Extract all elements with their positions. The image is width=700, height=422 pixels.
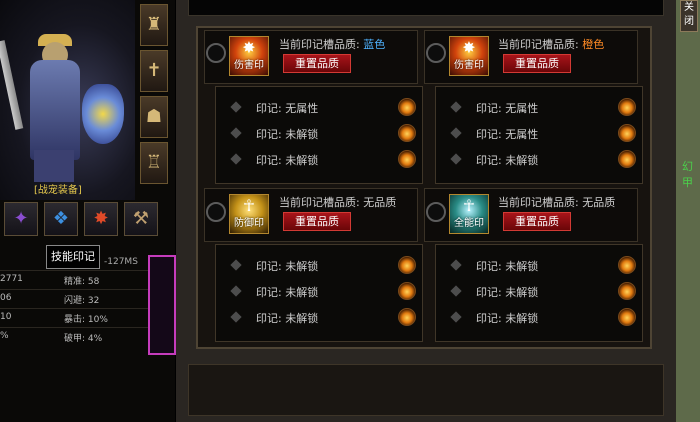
diamond-icon — [230, 127, 242, 139]
slot-socket-icon[interactable] — [426, 202, 446, 222]
fire-orb-icon[interactable] — [618, 256, 636, 274]
slot-socket-icon[interactable] — [426, 43, 446, 63]
stat-row: 2771 精准: 58 — [0, 270, 150, 289]
slot-quality-text: 当前印记槽品质: 橙色 — [498, 38, 605, 51]
fire-orb-icon[interactable] — [618, 308, 636, 326]
fire-orb-icon[interactable] — [398, 124, 416, 142]
stats-table: 2771 精准: 58 06 闪避: 32 10 暴击: 10% % 破甲: 4% — [0, 270, 150, 346]
list-item[interactable]: 印记: 未解锁 — [216, 253, 422, 279]
stat-row: 10 暴击: 10% — [0, 308, 150, 327]
list-item[interactable]: 印记: 无属性 — [436, 121, 642, 147]
diamond-icon — [450, 101, 462, 113]
diamond-icon — [230, 153, 242, 165]
purple-wing-icon[interactable]: ✦ — [4, 202, 38, 236]
reset-quality-button[interactable]: 重置品质 — [283, 54, 351, 73]
fire-orb-icon[interactable] — [398, 98, 416, 116]
side-window-frame — [148, 255, 176, 355]
sword-icon — [0, 40, 24, 130]
slot-socket-icon[interactable] — [206, 202, 226, 222]
diamond-icon — [450, 285, 462, 297]
cross-icon[interactable]: ✝ — [140, 50, 168, 92]
axe-icon[interactable]: ⚒ — [124, 202, 158, 236]
armor-icon[interactable]: ♖ — [140, 142, 168, 184]
side-character-label: 幻甲 — [682, 160, 693, 189]
list-item[interactable]: 印记: 未解锁 — [216, 279, 422, 305]
damage-seal-icon[interactable]: ✸ 伤害印 — [229, 36, 269, 76]
fire-orb-icon[interactable] — [618, 282, 636, 300]
fire-orb-icon[interactable] — [618, 98, 636, 116]
latency-readout: -127MS — [104, 257, 138, 267]
omni-seal-icon[interactable]: ☥ 全能印 — [449, 194, 489, 234]
diamond-icon — [230, 311, 242, 323]
list-item[interactable]: 印记: 未解锁 — [436, 147, 642, 173]
list-item[interactable]: 印记: 无属性 — [436, 95, 642, 121]
fire-orb-icon[interactable] — [398, 150, 416, 168]
fire-orb-icon[interactable] — [398, 308, 416, 326]
diamond-icon — [450, 153, 462, 165]
fire-orb-icon[interactable] — [398, 282, 416, 300]
slot-quality-text: 当前印记槽品质: 无品质 — [279, 196, 397, 209]
beast-icon[interactable]: ☗ — [140, 96, 168, 138]
list-item[interactable]: 印记: 未解锁 — [216, 305, 422, 331]
slot-quality-text: 当前印记槽品质: 无品质 — [498, 196, 616, 209]
list-item[interactable]: 印记: 未解锁 — [216, 147, 422, 173]
inscription-list-4: 印记: 未解锁 印记: 未解锁 印记: 未解锁 — [435, 244, 643, 342]
list-item[interactable]: 印记: 未解锁 — [436, 279, 642, 305]
defense-seal-icon[interactable]: ☥ 防御印 — [229, 194, 269, 234]
skill-inscription-tooltip: 技能印记 — [46, 245, 100, 269]
character-panel: [战宠装备] ♜ ✝ ☗ ♖ ✦ ❖ ✸ ⚒ 技能印记 -127MS 2771 精… — [0, 0, 176, 422]
damage-seal-icon[interactable]: ✸ 伤害印 — [449, 36, 489, 76]
panel-top-bar — [188, 0, 664, 16]
inscription-list-1: 印记: 无属性 印记: 未解锁 印记: 未解锁 — [215, 86, 423, 184]
helmet-icon[interactable]: ♜ — [140, 4, 168, 46]
red-warrior-icon[interactable]: ✸ — [84, 202, 118, 236]
panel-bottom-bar — [188, 364, 664, 416]
reset-quality-button[interactable]: 重置品质 — [283, 212, 351, 231]
diamond-icon — [450, 127, 462, 139]
character-portrait — [0, 0, 135, 200]
inscription-list-2: 印记: 无属性 印记: 无属性 印记: 未解锁 — [435, 86, 643, 184]
world-view-edge — [676, 0, 700, 422]
fire-orb-icon[interactable] — [618, 124, 636, 142]
reset-quality-button[interactable]: 重置品质 — [503, 212, 571, 231]
list-item[interactable]: 印记: 未解锁 — [436, 253, 642, 279]
character-armor — [30, 60, 80, 160]
diamond-icon — [450, 259, 462, 271]
pet-emblem-icon — [82, 84, 124, 144]
list-item[interactable]: 印记: 未解锁 — [216, 121, 422, 147]
fire-orb-icon[interactable] — [398, 256, 416, 274]
character-legs — [34, 150, 74, 182]
reset-quality-button[interactable]: 重置品质 — [503, 54, 571, 73]
close-button[interactable]: 关闭 — [680, 0, 698, 32]
fire-orb-icon[interactable] — [618, 150, 636, 168]
diamond-icon — [230, 101, 242, 113]
pet-gear-label[interactable]: [战宠装备] — [34, 181, 82, 196]
stat-row: % 破甲: 4% — [0, 327, 150, 346]
slot-socket-icon[interactable] — [206, 43, 226, 63]
inscription-list-3: 印记: 未解锁 印记: 未解锁 印记: 未解锁 — [215, 244, 423, 342]
diamond-icon — [230, 285, 242, 297]
stat-row: 06 闪避: 32 — [0, 289, 150, 308]
list-item[interactable]: 印记: 无属性 — [216, 95, 422, 121]
slot-quality-text: 当前印记槽品质: 蓝色 — [279, 38, 386, 51]
list-item[interactable]: 印记: 未解锁 — [436, 305, 642, 331]
diamond-icon — [450, 311, 462, 323]
blue-sigil-icon[interactable]: ❖ — [44, 202, 78, 236]
diamond-icon — [230, 259, 242, 271]
